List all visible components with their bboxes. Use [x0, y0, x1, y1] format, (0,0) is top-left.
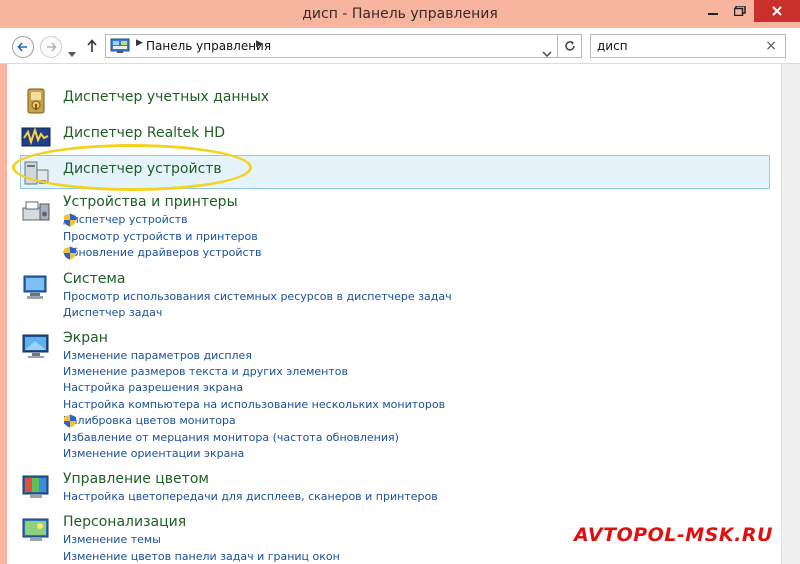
result-title-personalization[interactable]: Персонализация — [63, 514, 186, 530]
result-link[interactable]: Просмотр устройств и принтеров — [63, 230, 258, 243]
clear-search-icon[interactable]: × — [765, 38, 777, 54]
result-title-display[interactable]: Экран — [63, 330, 108, 346]
uac-shield-icon — [64, 246, 76, 260]
result-link[interactable]: Настройка цветопередачи для дисплеев, ск… — [63, 490, 438, 503]
close-button[interactable] — [754, 0, 800, 22]
refresh-icon — [564, 41, 575, 51]
result-link[interactable]: Диспетчер устройств — [63, 213, 188, 227]
search-results-pane: Диспетчер учетных данных Диспетчер Realt… — [7, 64, 781, 564]
result-title-realtek[interactable]: Диспетчер Realtek HD — [63, 125, 225, 141]
result-link[interactable]: Обновление драйверов устройств — [63, 246, 261, 260]
back-button[interactable] — [12, 36, 34, 58]
control-panel-window: дисп - Панель управления ▶ Панель управл… — [0, 0, 800, 564]
recent-locations-button[interactable] — [68, 43, 76, 62]
result-link[interactable]: Изменение ориентации экрана — [63, 447, 244, 460]
window-title: дисп - Панель управления — [302, 6, 498, 22]
minimize-button[interactable] — [700, 0, 726, 22]
restore-icon — [734, 6, 746, 16]
result-title-color-management[interactable]: Управление цветом — [63, 471, 209, 487]
highlight-ellipse — [12, 144, 252, 191]
result-link[interactable]: Избавление от мерцания монитора (частота… — [63, 431, 399, 444]
result-link[interactable]: Калибровка цветов монитора — [63, 414, 236, 428]
chevron-down-icon — [68, 52, 76, 57]
result-link[interactable]: Настройка компьютера на использование не… — [63, 398, 445, 411]
realtek-audio-icon[interactable] — [21, 122, 51, 152]
result-link[interactable]: Просмотр использования системных ресурсо… — [63, 290, 452, 303]
breadcrumb-separator-icon[interactable]: ▶ — [256, 39, 263, 49]
result-title-system[interactable]: Система — [63, 271, 125, 287]
navigation-bar: ▶ Панель управления ▶ дисп × — [0, 28, 800, 64]
breadcrumb-separator-icon[interactable]: ▶ — [136, 38, 143, 48]
result-link[interactable]: Изменение темы — [63, 533, 161, 546]
color-management-icon[interactable] — [21, 473, 51, 503]
result-link[interactable]: Изменение цветов панели задач и границ о… — [63, 550, 340, 563]
title-bar: дисп - Панель управления — [0, 0, 800, 28]
devices-printers-icon[interactable] — [21, 196, 51, 226]
breadcrumb-control-panel[interactable]: Панель управления — [146, 39, 271, 53]
watermark-text: AVTOPOL-MSK.RU — [574, 524, 773, 546]
arrow-left-icon — [17, 42, 27, 52]
uac-shield-icon — [64, 213, 76, 227]
up-button[interactable] — [86, 38, 98, 57]
result-link[interactable]: Изменение параметров дисплея — [63, 349, 252, 362]
address-history-button[interactable] — [542, 43, 552, 62]
personalization-icon[interactable] — [21, 516, 51, 546]
display-icon[interactable] — [21, 332, 51, 362]
search-box[interactable]: дисп × — [590, 34, 786, 58]
close-icon — [772, 6, 782, 16]
system-icon[interactable] — [21, 273, 51, 303]
refresh-button[interactable] — [558, 34, 582, 58]
arrow-right-icon — [47, 42, 57, 52]
maximize-button[interactable] — [727, 0, 753, 22]
credential-manager-icon[interactable] — [21, 86, 51, 116]
vertical-scrollbar[interactable] — [781, 64, 800, 564]
uac-shield-icon — [64, 414, 76, 428]
result-title-devices-printers[interactable]: Устройства и принтеры — [63, 194, 238, 210]
arrow-up-icon — [87, 39, 97, 52]
result-title-credential-manager[interactable]: Диспетчер учетных данных — [63, 89, 269, 105]
result-link[interactable]: Изменение размеров текста и других элеме… — [63, 365, 348, 378]
result-link[interactable]: Настройка разрешения экрана — [63, 381, 243, 394]
forward-button[interactable] — [40, 36, 62, 58]
minimize-icon — [708, 13, 718, 15]
result-link[interactable]: Диспетчер задач — [63, 306, 162, 319]
search-input[interactable]: дисп — [597, 39, 628, 53]
chevron-down-icon — [542, 51, 552, 58]
address-bar[interactable]: ▶ Панель управления ▶ — [105, 34, 558, 58]
control-panel-icon — [110, 38, 130, 53]
